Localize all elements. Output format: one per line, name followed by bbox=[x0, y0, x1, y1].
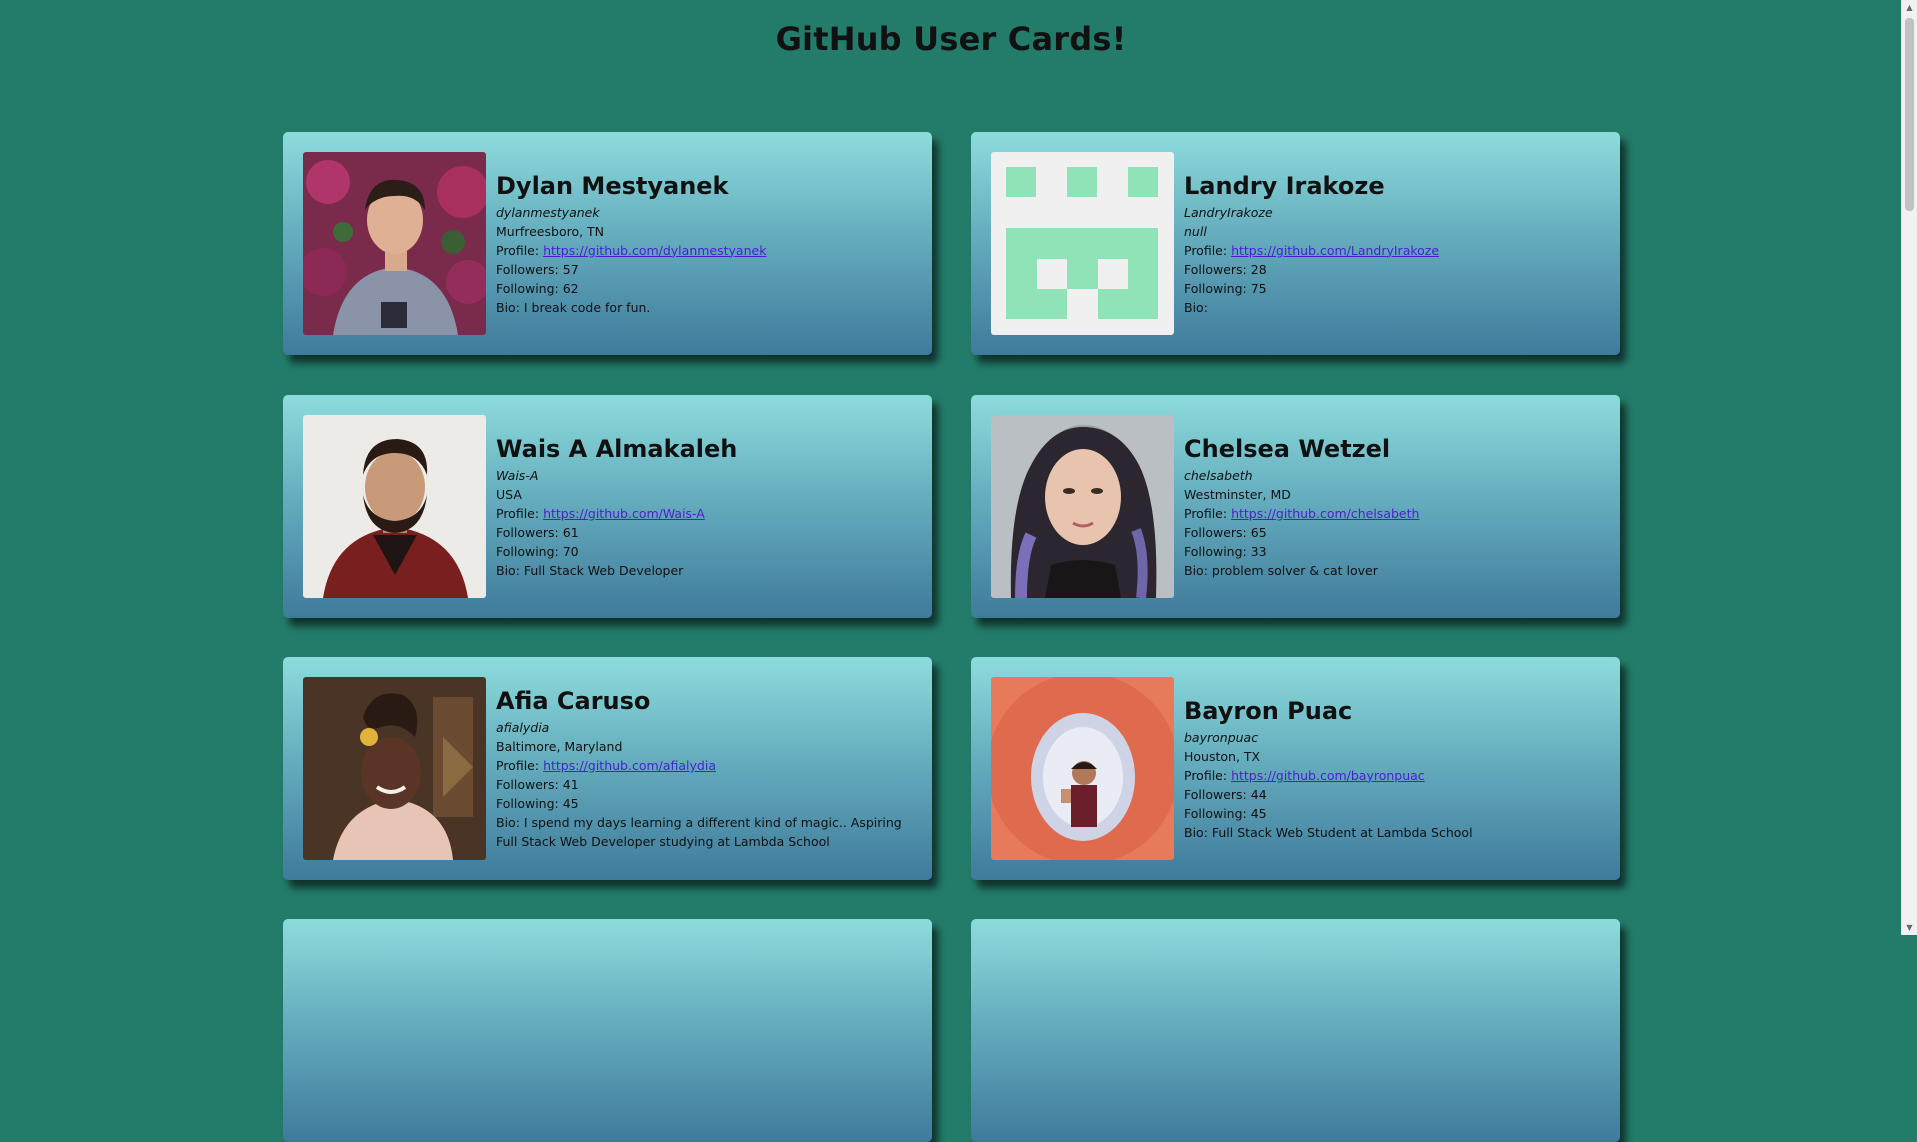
following-count: Following: 45 bbox=[1184, 805, 1267, 821]
bio: Bio: Full Stack Web Developer bbox=[496, 562, 684, 578]
user-name: Chelsea Wetzel bbox=[1184, 434, 1391, 463]
profile-line: Profile: https://github.com/dylanmestyan… bbox=[496, 241, 918, 260]
username: Wais-A bbox=[496, 467, 539, 483]
profile-label: Profile: bbox=[496, 758, 540, 773]
user-card: Landry Irakoze LandryIrakoze null Profil… bbox=[971, 132, 1620, 355]
user-name: Landry Irakoze bbox=[1184, 171, 1385, 200]
avatar bbox=[303, 415, 486, 598]
profile-link[interactable]: https://github.com/afialydia bbox=[543, 758, 716, 773]
bio: Bio: bbox=[1184, 299, 1208, 315]
username: chelsabeth bbox=[1184, 467, 1253, 483]
scroll-down-icon[interactable]: ▼ bbox=[1902, 920, 1917, 935]
user-card: Bayron Puac bayronpuac Houston, TX Profi… bbox=[971, 657, 1620, 880]
profile-link[interactable]: https://github.com/bayronpuac bbox=[1231, 768, 1425, 783]
bio: Bio: Full Stack Web Student at Lambda Sc… bbox=[1184, 824, 1473, 840]
location: Houston, TX bbox=[1184, 748, 1261, 764]
avatar bbox=[303, 677, 486, 860]
bio: Bio: I spend my days learning a differen… bbox=[496, 815, 902, 849]
scroll-up-icon[interactable]: ▲ bbox=[1902, 0, 1917, 15]
following-count: Following: 62 bbox=[496, 280, 579, 296]
profile-label: Profile: bbox=[1184, 242, 1228, 258]
following-count: Following: 45 bbox=[496, 796, 579, 811]
profile-line: Profile: https://github.com/bayronpuac bbox=[1184, 766, 1606, 785]
avatar bbox=[991, 677, 1174, 860]
profile-label: Profile: bbox=[1184, 505, 1228, 521]
followers-count: Followers: 61 bbox=[496, 524, 579, 540]
profile-line: Profile: https://github.com/chelsabeth bbox=[1184, 504, 1606, 523]
profile-line: Profile: https://github.com/afialydia bbox=[496, 756, 918, 775]
avatar bbox=[991, 415, 1174, 598]
profile-link[interactable]: https://github.com/LandryIrakoze bbox=[1231, 243, 1439, 258]
user-card: Dylan Mestyanek dylanmestyanek Murfreesb… bbox=[283, 132, 932, 355]
profile-line: Profile: https://github.com/Wais-A bbox=[496, 504, 918, 523]
location: USA bbox=[496, 486, 522, 502]
location: Westminster, MD bbox=[1184, 486, 1291, 502]
user-name: Dylan Mestyanek bbox=[496, 171, 729, 200]
following-count: Following: 75 bbox=[1184, 280, 1267, 296]
user-card: Wais A Almakaleh Wais-A USA Profile: htt… bbox=[283, 395, 932, 618]
profile-link[interactable]: https://github.com/Wais-A bbox=[543, 506, 705, 521]
scrollbar-thumb[interactable] bbox=[1905, 18, 1914, 211]
avatar bbox=[303, 152, 486, 335]
profile-link[interactable]: https://github.com/dylanmestyanek bbox=[543, 243, 766, 258]
profile-link[interactable]: https://github.com/chelsabeth bbox=[1231, 506, 1419, 521]
profile-line: Profile: https://github.com/LandryIrakoz… bbox=[1184, 241, 1606, 260]
page-scrollbar[interactable]: ▲ ▼ bbox=[1901, 0, 1917, 935]
following-count: Following: 33 bbox=[1184, 543, 1267, 559]
user-name: Afia Caruso bbox=[496, 687, 651, 715]
user-card: Afia Caruso afialydia Baltimore, Marylan… bbox=[283, 657, 932, 880]
user-name: Bayron Puac bbox=[1184, 696, 1353, 725]
followers-count: Followers: 65 bbox=[1184, 524, 1267, 540]
user-card: Chelsea Wetzel chelsabeth Westminster, M… bbox=[971, 395, 1620, 618]
followers-count: Followers: 41 bbox=[496, 777, 579, 792]
avatar bbox=[991, 152, 1174, 335]
username: afialydia bbox=[496, 720, 550, 735]
user-card bbox=[971, 919, 1620, 1142]
following-count: Following: 70 bbox=[496, 543, 579, 559]
bio: Bio: I break code for fun. bbox=[496, 299, 651, 315]
profile-label: Profile: bbox=[1184, 767, 1228, 783]
location: Baltimore, Maryland bbox=[496, 739, 623, 754]
followers-count: Followers: 28 bbox=[1184, 261, 1267, 277]
followers-count: Followers: 57 bbox=[496, 261, 579, 277]
username: LandryIrakoze bbox=[1184, 204, 1273, 220]
location: Murfreesboro, TN bbox=[496, 223, 605, 239]
followers-count: Followers: 44 bbox=[1184, 786, 1267, 802]
username: bayronpuac bbox=[1184, 729, 1259, 745]
page-title: GitHub User Cards! bbox=[775, 20, 1127, 58]
user-card bbox=[283, 919, 932, 1142]
bio: Bio: problem solver & cat lover bbox=[1184, 562, 1378, 578]
location: null bbox=[1184, 223, 1207, 239]
profile-label: Profile: bbox=[496, 242, 540, 258]
user-name: Wais A Almakaleh bbox=[496, 434, 738, 463]
username: dylanmestyanek bbox=[496, 204, 600, 220]
profile-label: Profile: bbox=[496, 505, 540, 521]
